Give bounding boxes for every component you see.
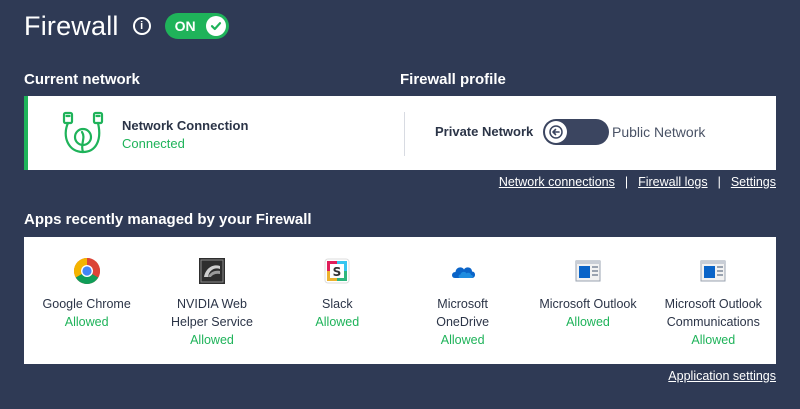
app-item[interactable]: Microsoft OneDrive Allowed <box>400 237 525 364</box>
app-item[interactable]: Google Chrome Allowed <box>24 237 149 364</box>
app-item[interactable]: Microsoft Outlook Allowed <box>525 237 650 364</box>
app-item[interactable]: S Slack Allowed <box>275 237 400 364</box>
page-title: Firewall <box>24 10 119 41</box>
outlook-icon <box>575 260 601 282</box>
profile-private-label: Private Network <box>435 124 534 139</box>
svg-text:S: S <box>333 265 342 279</box>
chrome-icon <box>73 258 100 285</box>
app-status: Allowed <box>440 333 485 347</box>
onedrive-icon <box>451 267 475 278</box>
header: Firewall i ON <box>24 8 229 44</box>
app-name-line: Microsoft Outlook <box>664 297 762 311</box>
link-separator: | <box>717 175 721 189</box>
app-status: Allowed <box>190 333 234 347</box>
network-connections-link[interactable]: Network connections <box>499 175 615 189</box>
network-card: Network Connection Connected Private Net… <box>24 96 776 170</box>
app-name-line: NVIDIA Web <box>177 297 247 311</box>
firewall-profile-label: Firewall profile <box>400 71 506 88</box>
current-network-label: Current network <box>24 71 140 88</box>
app-name-line: Microsoft <box>437 297 488 311</box>
app-status: Allowed <box>566 315 610 329</box>
slack-icon: S <box>324 258 350 284</box>
application-settings-link[interactable]: Application settings <box>668 369 776 383</box>
apps-card: Google Chrome Allowed NVIDIA Web Helper … <box>24 237 776 364</box>
settings-link[interactable]: Settings <box>731 175 776 189</box>
app-item[interactable]: Microsoft Outlook Communications Allowed <box>651 237 776 364</box>
app-name-line: Slack <box>322 297 353 311</box>
network-cable-icon <box>62 111 104 154</box>
app-name-line: Microsoft Outlook <box>539 297 637 311</box>
profile-public-label[interactable]: Public Network <box>612 124 705 140</box>
app-item[interactable]: NVIDIA Web Helper Service Allowed <box>149 237 274 364</box>
app-name-line: Communications <box>666 315 760 329</box>
app-name-line: Google Chrome <box>42 297 131 311</box>
info-icon[interactable]: i <box>132 17 151 35</box>
toggle-label: ON <box>174 18 196 34</box>
network-links: Network connections | Firewall logs | Se… <box>499 175 776 189</box>
arrow-left-icon <box>545 121 567 143</box>
app-status: Allowed <box>691 333 736 347</box>
nvidia-icon <box>198 258 225 284</box>
divider <box>404 112 405 156</box>
link-separator: | <box>624 175 629 189</box>
app-status: Allowed <box>315 315 360 329</box>
outlook-communications-icon <box>700 260 726 282</box>
check-icon <box>205 16 226 36</box>
app-name-line: Helper Service <box>171 315 253 329</box>
firewall-logs-link[interactable]: Firewall logs <box>638 175 707 189</box>
app-status: Allowed <box>64 315 109 329</box>
apps-section-label: Apps recently managed by your Firewall <box>24 211 312 228</box>
firewall-toggle[interactable]: ON <box>164 13 229 39</box>
network-name: Network Connection <box>122 118 249 133</box>
app-name-line: OneDrive <box>436 315 490 329</box>
profile-switch[interactable] <box>543 119 609 145</box>
network-status: Connected <box>122 136 185 151</box>
